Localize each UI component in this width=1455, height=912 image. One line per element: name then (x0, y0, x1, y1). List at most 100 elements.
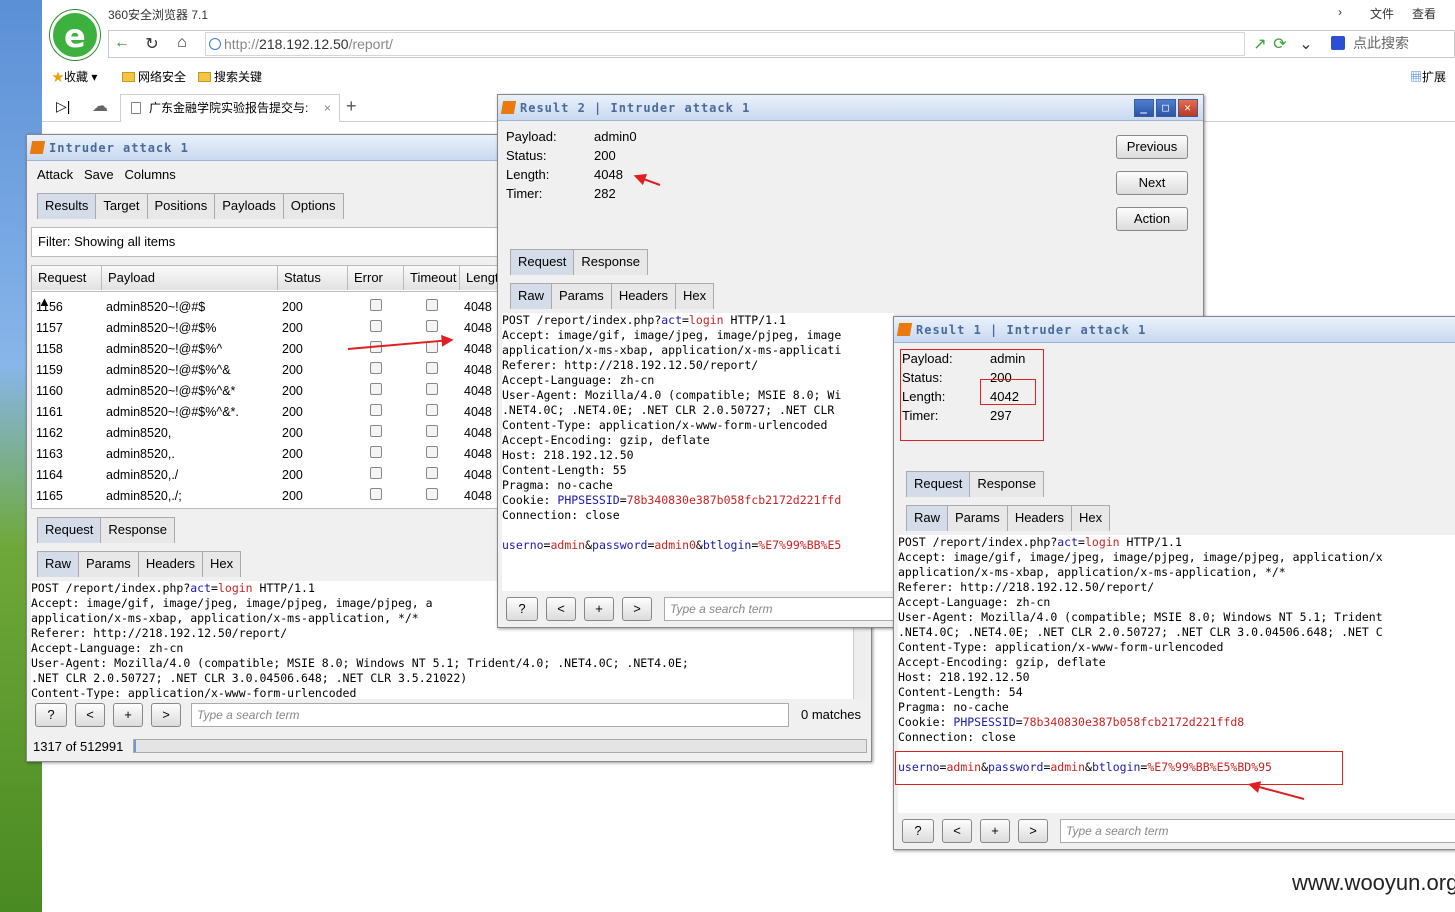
maximize-button[interactable]: □ (1156, 99, 1176, 117)
tab-hex[interactable]: Hex (674, 283, 715, 309)
tab-request[interactable]: Request (37, 517, 102, 543)
chevron-down-icon[interactable]: ⌄ (1295, 34, 1317, 54)
minimize-button[interactable]: _ (1134, 99, 1154, 117)
tab-headers[interactable]: Headers (1006, 505, 1072, 531)
tab-payloads[interactable]: Payloads (214, 193, 284, 219)
favorites-star[interactable]: ★收藏 ▾ (52, 68, 97, 85)
fav-folder-search[interactable]: 搜索关键 (198, 68, 262, 85)
result1-titlebar[interactable]: Result 1 | Intruder attack 1 (894, 317, 1455, 343)
table-row[interactable]: 1165 admin8520,./; 200 4048 (32, 485, 520, 506)
tab-headers[interactable]: Headers (137, 551, 203, 577)
help-button[interactable]: ? (902, 819, 934, 843)
extensions-button[interactable]: ▦扩展 (1410, 68, 1446, 85)
table-row[interactable]: 1162 admin8520, 200 4048 (32, 422, 520, 443)
refresh-green-icon[interactable]: ⟳ (1269, 34, 1291, 54)
folder-icon (122, 72, 135, 82)
tab-target[interactable]: Target (95, 193, 148, 219)
tab-raw[interactable]: Raw (37, 551, 80, 577)
tab-request[interactable]: Request (906, 471, 971, 497)
fav-folder-netsec[interactable]: 网络安全 (122, 68, 186, 85)
prev-match-button[interactable]: < (75, 703, 105, 727)
add-button[interactable]: + (584, 597, 614, 621)
window-title: Result 1 | Intruder attack 1 (916, 323, 1147, 337)
tab-params[interactable]: Params (551, 283, 612, 309)
browser-tab[interactable]: 广东金融学院实验报告提交与: × (120, 94, 340, 122)
tab-results[interactable]: Results (37, 193, 97, 219)
next-match-button[interactable]: > (1018, 819, 1048, 843)
request-editor[interactable]: POST /report/index.php?act=login HTTP/1.… (502, 313, 894, 591)
refresh-icon[interactable]: ↻ (141, 34, 163, 54)
help-button[interactable]: ? (506, 597, 538, 621)
help-button[interactable]: ? (35, 703, 67, 727)
prev-match-button[interactable]: < (546, 597, 576, 621)
nav-bar: ← ↻ ⌂ http://218.192.12.50/report/ ↗ ⟳ ⌄… (108, 30, 1455, 58)
result1-window: Result 1 | Intruder attack 1 Payload: adm… (893, 316, 1455, 850)
tab-response[interactable]: Response (100, 517, 175, 543)
table-row[interactable]: 1163 admin8520,. 200 4048 (32, 443, 520, 464)
field-label: Timer: (506, 186, 543, 201)
menu-save[interactable]: Save (84, 167, 114, 182)
checkbox-icon (426, 320, 438, 332)
col-request[interactable]: Request ▲ (32, 266, 102, 309)
tab-request[interactable]: Request (510, 249, 575, 275)
search-box[interactable]: 点此搜索 (1323, 32, 1455, 56)
share-icon[interactable]: ↗ (1249, 34, 1271, 54)
tab-positions[interactable]: Positions (146, 193, 216, 219)
table-row[interactable]: 1161 admin8520~!@#$%^&*. 200 4048 (32, 401, 520, 422)
add-button[interactable]: + (113, 703, 143, 727)
action-button[interactable]: Action (1116, 207, 1188, 231)
search-input[interactable]: Type a search term (664, 597, 894, 621)
next-match-button[interactable]: > (151, 703, 181, 727)
add-button[interactable]: + (980, 819, 1010, 843)
error-cell (348, 485, 404, 506)
col-payload[interactable]: Payload (102, 266, 278, 290)
menu-file[interactable]: 文件 (1370, 5, 1394, 22)
back-arrow-icon[interactable]: ← (111, 34, 133, 54)
search-input[interactable]: Type a search term (191, 703, 789, 727)
tab-response[interactable]: Response (573, 249, 648, 275)
result2-titlebar[interactable]: Result 2 | Intruder attack 1 _ □ ✕ (498, 95, 1203, 121)
tab-params[interactable]: Params (78, 551, 139, 577)
col-timeout[interactable]: Timeout (404, 266, 460, 290)
new-tab-icon[interactable]: + (346, 96, 357, 117)
request-line: POST /report/index.php?act=login HTTP/1.… (502, 313, 786, 327)
col-error[interactable]: Error (348, 266, 404, 290)
search-input[interactable]: Type a search term (1060, 819, 1455, 843)
view-tabs: Raw Params Headers Hex (510, 283, 715, 309)
table-row[interactable]: 1160 admin8520~!@#$%^&* 200 4048 (32, 380, 520, 401)
cloud-icon[interactable]: ☁ (92, 96, 108, 116)
col-status[interactable]: Status (278, 266, 348, 290)
tab-raw[interactable]: Raw (510, 283, 553, 309)
next-button[interactable]: Next (1116, 171, 1188, 195)
tab-params[interactable]: Params (947, 505, 1008, 531)
prev-match-button[interactable]: < (942, 819, 972, 843)
tab-hex[interactable]: Hex (201, 551, 242, 577)
next-match-button[interactable]: > (622, 597, 652, 621)
table-row[interactable]: 1156 admin8520~!@#$ 200 4048 (32, 296, 520, 317)
table-row[interactable]: 1164 admin8520,./200 4048 (32, 464, 520, 485)
sidebar-toggle-icon[interactable]: ▷| (56, 98, 70, 115)
request-line: User-Agent: Mozilla/4.0 (compatible; MSI… (502, 388, 842, 402)
address-bar[interactable]: http://218.192.12.50/report/ (205, 32, 1245, 56)
tab-options[interactable]: Options (282, 193, 344, 219)
request-line: Accept-Language: zh-cn (898, 595, 1051, 609)
request-line: application/x-ms-xbap, application/x-ms-… (898, 565, 1286, 579)
view-tabs: Raw Params Headers Hex (906, 505, 1111, 531)
error-cell (348, 464, 404, 485)
previous-button[interactable]: Previous (1116, 135, 1188, 159)
tab-response[interactable]: Response (969, 471, 1044, 497)
checkbox-icon (426, 383, 438, 395)
tab-headers[interactable]: Headers (610, 283, 676, 309)
tab-hex[interactable]: Hex (1070, 505, 1111, 531)
home-icon[interactable]: ⌂ (171, 34, 193, 54)
table-row[interactable]: 1159 admin8520~!@#$%^& 200 4048 (32, 359, 520, 380)
menu-view[interactable]: 查看 (1412, 5, 1436, 22)
menu-columns[interactable]: Columns (124, 167, 175, 182)
payload-cell: admin8520~!@#$%^&*. (106, 404, 239, 419)
tab-raw[interactable]: Raw (906, 505, 949, 531)
burp-icon (29, 141, 46, 154)
menu-attack[interactable]: Attack (37, 167, 73, 182)
close-tab-icon[interactable]: × (324, 95, 331, 121)
chevron-right-icon[interactable]: › (1338, 5, 1342, 19)
close-button[interactable]: ✕ (1178, 99, 1198, 117)
